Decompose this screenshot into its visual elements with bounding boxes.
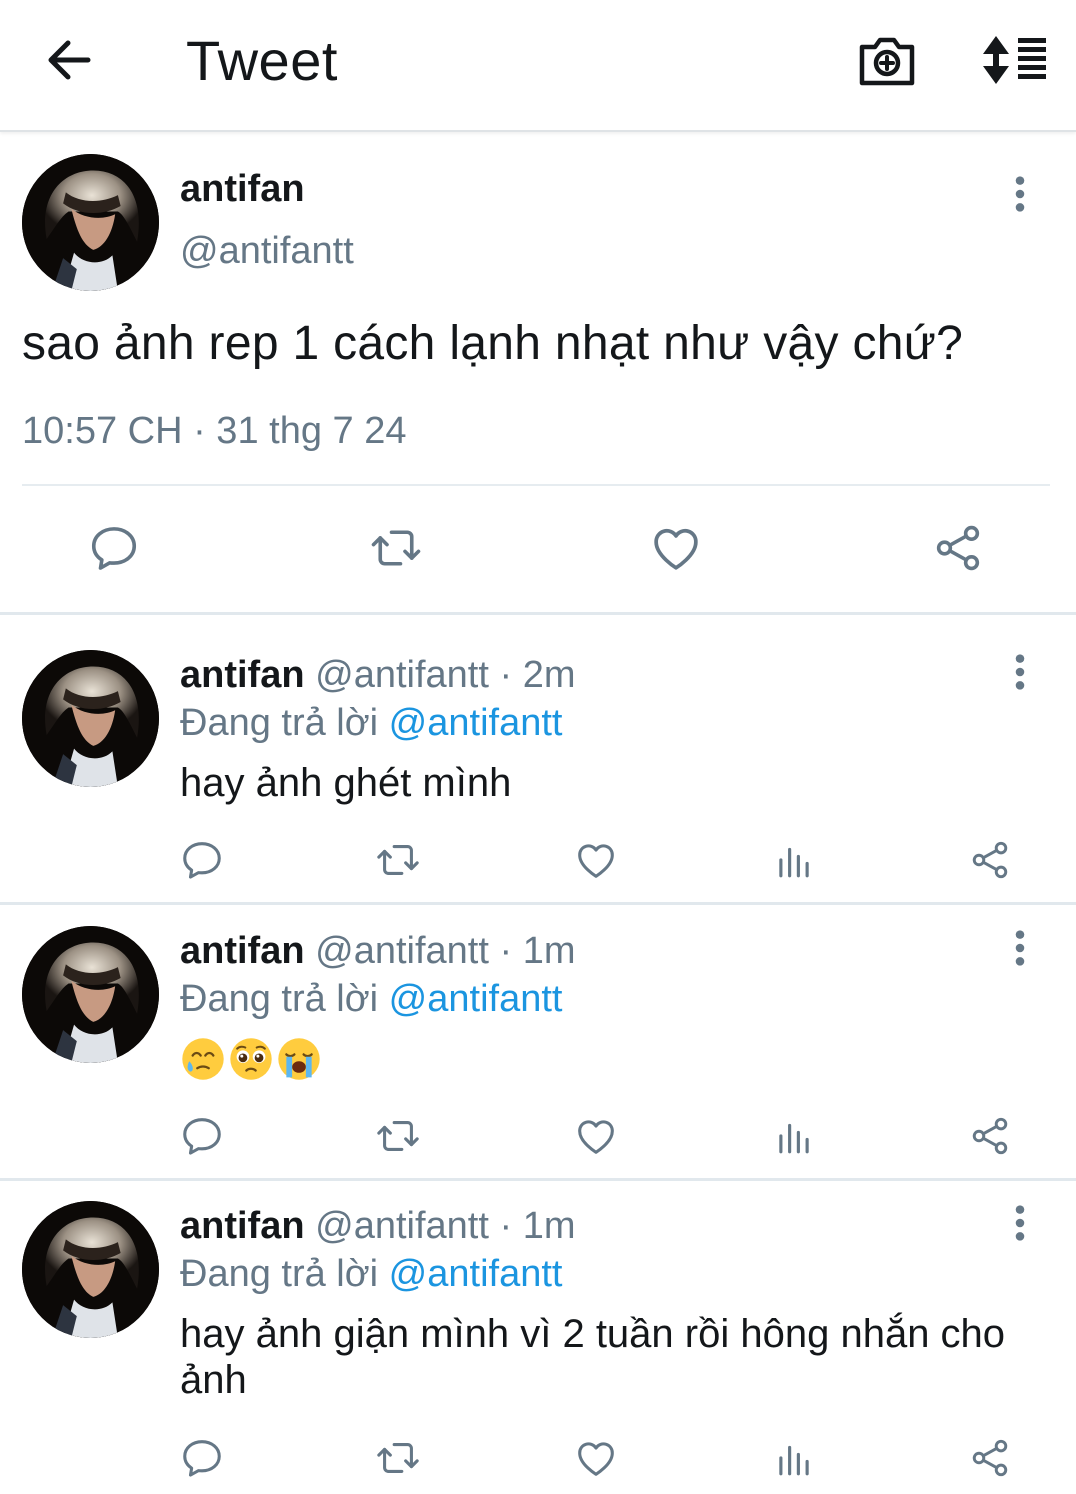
reply-header: antifan @antifantt · 1m <box>180 1205 576 1248</box>
share-icon <box>968 1114 1012 1158</box>
analytics-icon <box>773 1115 815 1157</box>
reply-icon <box>179 1113 225 1159</box>
sort-button[interactable] <box>978 30 1050 90</box>
like-icon <box>573 837 619 883</box>
reply-tweet[interactable]: antifan @antifantt · 1m Đang trả lời @an… <box>0 1181 1076 1494</box>
retweet-icon <box>366 521 426 575</box>
face-holding-back-tears-icon <box>180 1036 226 1082</box>
reply-header: antifan @antifantt · 2m <box>180 654 576 697</box>
analytics-icon <box>773 839 815 881</box>
reply-button[interactable] <box>178 836 226 884</box>
arrow-left-icon <box>48 40 91 80</box>
loudly-crying-face-icon <box>276 1036 322 1082</box>
author-name[interactable]: antifan <box>180 1205 305 1247</box>
reply-icon <box>179 837 225 883</box>
mention-link[interactable]: @antifantt <box>389 1253 563 1295</box>
like-button[interactable] <box>572 836 620 884</box>
mention-link[interactable]: @antifantt <box>389 978 563 1020</box>
more-vertical-icon <box>1000 174 1040 214</box>
replying-prefix: Đang trả lời <box>180 978 379 1020</box>
separator-dot: · <box>499 930 513 972</box>
sort-list-icon <box>983 36 1046 84</box>
retweet-icon <box>373 1435 423 1481</box>
reply-icon <box>87 521 141 575</box>
analytics-button[interactable] <box>770 1434 818 1482</box>
share-button[interactable] <box>966 1434 1014 1482</box>
avatar[interactable] <box>22 154 159 291</box>
author-name[interactable]: antifan <box>180 930 305 972</box>
analytics-button[interactable] <box>770 836 818 884</box>
like-icon <box>648 520 704 576</box>
author-handle[interactable]: @antifantt <box>180 230 354 273</box>
reply-time: 2m <box>522 654 576 696</box>
reply-header: antifan @antifantt · 1m <box>180 930 576 973</box>
retweet-button[interactable] <box>372 1434 424 1482</box>
divider <box>0 902 1076 905</box>
share-icon <box>968 1436 1012 1480</box>
author-handle[interactable]: @antifantt <box>315 654 489 696</box>
tweet-timestamp: 10:57 CH · 31 thg 7 24 <box>22 410 407 452</box>
replying-prefix: Đang trả lời <box>180 1253 379 1295</box>
share-icon <box>931 521 985 575</box>
more-vertical-icon <box>1000 652 1040 692</box>
like-icon <box>573 1113 619 1159</box>
like-icon <box>573 1435 619 1481</box>
divider <box>0 612 1076 615</box>
replying-to: Đang trả lời @antifantt <box>180 702 562 745</box>
tweet-text: hay ảnh ghét mình <box>180 761 512 805</box>
analytics-button[interactable] <box>770 1112 818 1160</box>
avatar[interactable] <box>22 650 159 787</box>
back-button[interactable] <box>40 30 100 90</box>
retweet-button[interactable] <box>372 1112 424 1160</box>
tweet-emojis <box>180 1036 322 1082</box>
avatar[interactable] <box>22 1201 159 1338</box>
top-app-bar: Tweet <box>0 0 1076 132</box>
tweet-text: sao ảnh rep 1 cách lạnh nhạt như vậy chứ… <box>22 317 964 370</box>
reply-time: 1m <box>522 1205 576 1247</box>
separator-dot: · <box>499 654 513 696</box>
more-vertical-icon <box>1000 1203 1040 1243</box>
retweet-button[interactable] <box>372 836 424 884</box>
retweet-icon <box>373 1113 423 1159</box>
mention-link[interactable]: @antifantt <box>389 702 563 744</box>
author-handle[interactable]: @antifantt <box>315 1205 489 1247</box>
retweet-icon <box>373 837 423 883</box>
reply-tweet[interactable]: antifan @antifantt · 2m Đang trả lời @an… <box>0 630 1076 900</box>
replying-prefix: Đang trả lời <box>180 702 379 744</box>
separator-dot: · <box>499 1205 513 1247</box>
retweet-button[interactable] <box>364 520 428 576</box>
replying-to: Đang trả lời @antifantt <box>180 978 562 1021</box>
author-name[interactable]: antifan <box>180 654 305 696</box>
like-button[interactable] <box>646 520 706 576</box>
more-options-button[interactable] <box>1000 652 1040 702</box>
share-icon <box>968 838 1012 882</box>
like-button[interactable] <box>572 1112 620 1160</box>
pleading-face-icon <box>228 1036 274 1082</box>
camera-plus-icon <box>859 37 915 86</box>
share-button[interactable] <box>966 836 1014 884</box>
camera-button[interactable] <box>856 30 918 90</box>
avatar[interactable] <box>22 926 159 1063</box>
main-tweet[interactable]: antifan @antifantt sao ảnh rep 1 cách lạ… <box>0 134 1076 612</box>
reply-button[interactable] <box>178 1112 226 1160</box>
tweet-text: hay ảnh giận mình vì 2 tuần rồi hông nhắ… <box>180 1312 1006 1402</box>
share-button[interactable] <box>928 520 988 576</box>
divider <box>22 484 1050 486</box>
reply-button[interactable] <box>178 1434 226 1482</box>
reply-button[interactable] <box>84 520 144 576</box>
more-options-button[interactable] <box>1000 174 1040 224</box>
author-handle[interactable]: @antifantt <box>315 930 489 972</box>
more-options-button[interactable] <box>1000 1203 1040 1253</box>
author-name[interactable]: antifan <box>180 168 305 211</box>
like-button[interactable] <box>572 1434 620 1482</box>
reply-time: 1m <box>522 930 576 972</box>
more-vertical-icon <box>1000 928 1040 968</box>
more-options-button[interactable] <box>1000 928 1040 978</box>
reply-icon <box>179 1435 225 1481</box>
share-button[interactable] <box>966 1112 1014 1160</box>
analytics-icon <box>773 1437 815 1479</box>
page-title: Tweet <box>186 29 338 92</box>
reply-tweet[interactable]: antifan @antifantt · 1m Đang trả lời @an… <box>0 906 1076 1176</box>
replying-to: Đang trả lời @antifantt <box>180 1253 562 1296</box>
